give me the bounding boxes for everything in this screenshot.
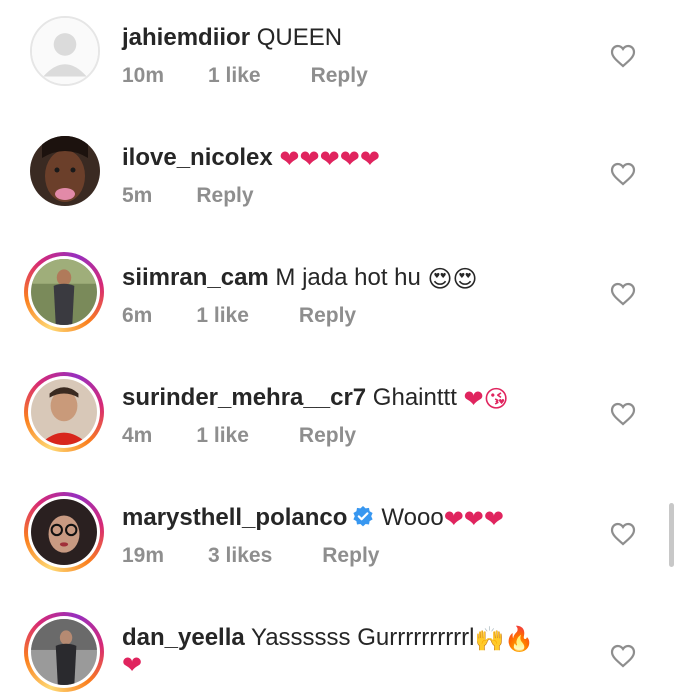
likes-count[interactable]: 1 like — [196, 304, 249, 328]
comment-meta: 4m 1 like Reply — [122, 424, 356, 448]
username[interactable]: marysthell_polanco — [122, 504, 347, 531]
like-heart-icon[interactable] — [610, 402, 636, 426]
story-ring-avatar[interactable] — [24, 612, 104, 692]
timestamp: 19m — [122, 544, 165, 567]
like-heart-icon[interactable] — [610, 282, 636, 306]
story-ring-avatar[interactable] — [24, 372, 104, 452]
heart-emoji: ❤ — [122, 651, 143, 679]
comment-text: surinder_mehra__cr7 Ghainttt ❤😘 — [122, 384, 509, 413]
comment-item: marysthell_polanco Wooo❤❤❤ 19m 3 likes Repl… — [0, 480, 675, 600]
story-ring-avatar[interactable] — [24, 252, 104, 332]
story-ring-avatar[interactable] — [24, 492, 104, 572]
comment-text: ilove_nicolex ❤❤❤❤❤ — [122, 142, 380, 175]
likes-count[interactable]: 3 likes — [208, 544, 272, 568]
comment-text: jahiemdiior QUEEN — [122, 22, 342, 54]
reply-button[interactable]: Reply — [196, 184, 253, 208]
like-heart-icon[interactable] — [610, 522, 636, 546]
like-heart-icon[interactable] — [610, 162, 636, 186]
likes-count[interactable]: 1 like — [208, 64, 261, 88]
reply-button[interactable]: Reply — [299, 424, 356, 448]
comment-meta: 5m Reply — [122, 184, 254, 208]
comment-text: siimran_cam M jada hot hu 😍😍 — [122, 264, 478, 293]
reply-button[interactable]: Reply — [311, 64, 368, 88]
username[interactable]: dan_yeella — [122, 624, 245, 651]
like-heart-icon[interactable] — [610, 44, 636, 68]
profile-photo — [31, 379, 97, 445]
heart-emojis: ❤❤❤ — [443, 505, 505, 533]
username[interactable]: siimran_cam — [122, 264, 269, 291]
comment-text-continued: ❤ — [122, 650, 142, 679]
profile-photo — [30, 136, 100, 206]
likes-count[interactable]: 1 like — [196, 424, 249, 448]
heart-emojis: ❤❤❤❤❤ — [279, 145, 380, 173]
profile-photo — [31, 499, 97, 565]
comment-meta: 10m 1 like Reply — [122, 64, 368, 88]
reply-button[interactable]: Reply — [322, 544, 379, 568]
default-avatar-icon — [32, 18, 98, 84]
comment-meta: 19m 3 likes Reply — [122, 544, 379, 568]
hands-fire-emojis: 🙌🔥 — [474, 625, 535, 653]
username[interactable]: ilove_nicolex — [122, 144, 273, 171]
comment-text: dan_yeella Yassssss Gurrrrrrrrrrl🙌🔥 — [122, 624, 535, 653]
timestamp: 6m — [122, 304, 153, 327]
like-heart-icon[interactable] — [610, 644, 636, 668]
heart-kiss-emojis: ❤😘 — [463, 385, 509, 413]
comment-text: marysthell_polanco Wooo❤❤❤ — [122, 504, 505, 533]
timestamp: 4m — [122, 424, 153, 447]
avatar[interactable] — [30, 16, 100, 86]
comment-item: siimran_cam M jada hot hu 😍😍 6m 1 like Rep… — [0, 240, 675, 360]
timestamp: 5m — [122, 184, 153, 207]
username[interactable]: jahiemdiior — [122, 24, 250, 51]
heart-eyes-emojis: 😍😍 — [427, 265, 478, 293]
comment-item: jahiemdiior QUEEN 10m 1 like Reply — [0, 0, 675, 120]
comment-body: QUEEN — [250, 24, 343, 51]
verified-badge-icon — [351, 505, 375, 529]
comment-item: surinder_mehra__cr7 Ghainttt ❤😘 4m 1 like… — [0, 360, 675, 480]
avatar[interactable] — [30, 136, 100, 206]
comment-meta: 6m 1 like Reply — [122, 304, 356, 328]
reply-button[interactable]: Reply — [299, 304, 356, 328]
profile-photo — [31, 619, 97, 685]
scrollbar[interactable] — [669, 503, 674, 567]
profile-photo — [31, 259, 97, 325]
timestamp: 10m — [122, 64, 165, 87]
comment-item: dan_yeella Yassssss Gurrrrrrrrrrl🙌🔥 — [0, 600, 675, 696]
comment-item: ilove_nicolex ❤❤❤❤❤ 5m Reply — [0, 120, 675, 240]
username[interactable]: surinder_mehra__cr7 — [122, 384, 366, 411]
